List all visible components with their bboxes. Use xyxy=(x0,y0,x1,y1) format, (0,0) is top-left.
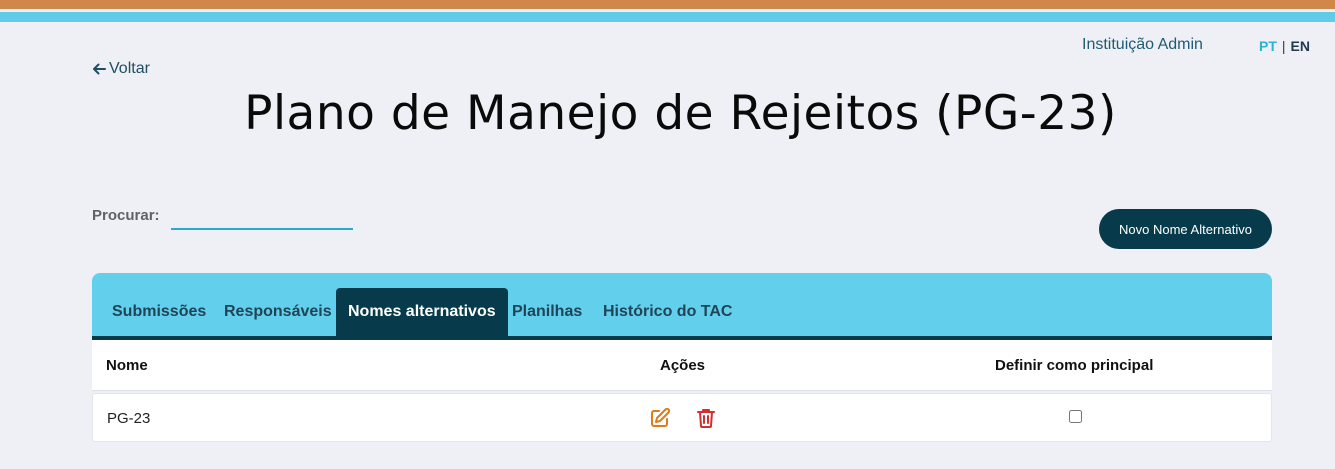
lang-separator: | xyxy=(1281,38,1286,54)
search-input[interactable] xyxy=(171,205,353,230)
lang-pt-link[interactable]: PT xyxy=(1259,38,1277,54)
back-link-label: Voltar xyxy=(109,60,150,77)
lang-en-link[interactable]: EN xyxy=(1291,38,1310,54)
new-alternative-name-button[interactable]: Novo Nome Alternativo xyxy=(1099,209,1272,249)
trash-icon xyxy=(697,409,715,428)
arrow-left-icon xyxy=(93,63,106,75)
top-accent-stripe-orange xyxy=(0,0,1335,9)
column-header-nome: Nome xyxy=(106,357,148,374)
set-principal-checkbox[interactable] xyxy=(1069,410,1082,423)
tab-submissoes[interactable]: Submissões xyxy=(100,288,218,336)
user-menu-label[interactable]: Instituição Admin xyxy=(1082,36,1203,54)
back-link[interactable]: Voltar xyxy=(92,60,150,78)
pencil-edit-icon xyxy=(651,407,671,427)
tab-planilhas[interactable]: Planilhas xyxy=(500,288,594,336)
language-switcher: PT | EN xyxy=(1259,38,1310,54)
edit-button[interactable] xyxy=(649,407,671,429)
tabs-bar: Submissões Responsáveis Nomes alternativ… xyxy=(92,273,1272,340)
top-accent-stripe-blue xyxy=(0,12,1335,22)
table-header: Nome Ações Definir como principal xyxy=(92,340,1272,391)
search-label: Procurar: xyxy=(92,207,160,224)
table-row: PG-23 xyxy=(92,393,1272,442)
tab-nomes-alternativos[interactable]: Nomes alternativos xyxy=(336,288,508,336)
alt-name-cell: PG-23 xyxy=(107,410,151,427)
delete-button[interactable] xyxy=(695,407,717,429)
column-header-acoes: Ações xyxy=(660,357,706,374)
page-title: Plano de Manejo de Rejeitos (PG-23) xyxy=(244,86,1117,141)
tab-responsaveis[interactable]: Responsáveis xyxy=(212,288,344,336)
column-header-principal: Definir como principal xyxy=(995,357,1154,374)
tab-historico-tac[interactable]: Histórico do TAC xyxy=(591,288,744,336)
